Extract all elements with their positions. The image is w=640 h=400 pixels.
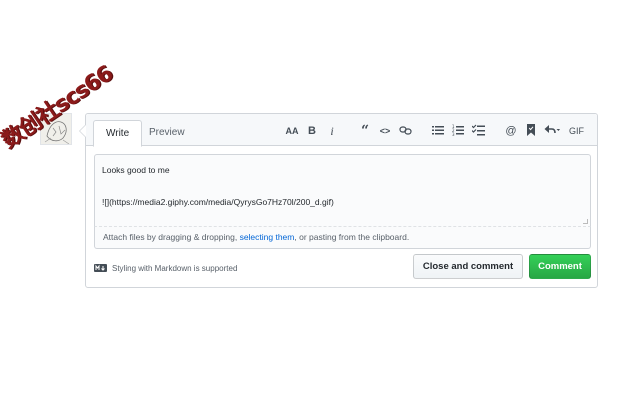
ordered-list-icon[interactable]: 1 2 3 xyxy=(451,123,465,139)
comment-line xyxy=(102,178,583,194)
unordered-list-icon[interactable] xyxy=(431,123,445,139)
resize-grip[interactable] xyxy=(583,219,588,224)
mention-icon[interactable]: @ xyxy=(504,123,518,139)
quote-icon[interactable]: “ xyxy=(358,123,372,139)
link-icon[interactable] xyxy=(398,123,412,139)
tab-write[interactable]: Write xyxy=(93,120,143,147)
close-and-comment-button[interactable]: Close and comment xyxy=(413,254,523,279)
italic-icon[interactable]: i xyxy=(325,123,339,139)
tab-preview[interactable]: Preview xyxy=(137,120,197,147)
markdown-icon xyxy=(94,264,107,272)
svg-text:3: 3 xyxy=(452,132,455,136)
markdown-support-note[interactable]: Styling with Markdown is supported xyxy=(94,261,237,275)
reply-icon[interactable] xyxy=(544,123,560,139)
comment-caret-inner xyxy=(80,125,86,137)
toolbar-group-extra: @ GIF xyxy=(501,123,587,139)
markdown-toolbar: AA B i “ <> 1 2 3 @ GIF xyxy=(269,123,587,139)
task-list-icon[interactable] xyxy=(471,123,485,139)
editor-tabnav: Write Preview AA B i “ <> 1 2 3 @ GIF xyxy=(86,114,597,147)
comment-line: ![](https://media2.giphy.com/media/Qyrys… xyxy=(102,197,334,207)
comment-textarea[interactable]: Looks good to me ![](https://media2.giph… xyxy=(94,154,591,227)
bold-icon[interactable]: B xyxy=(305,123,319,139)
toolbar-group-insert: “ <> xyxy=(355,123,415,139)
dropzone-text-after: , or pasting from the clipboard. xyxy=(294,232,410,242)
select-files-link[interactable]: selecting them xyxy=(240,232,295,242)
comment-button[interactable]: Comment xyxy=(529,254,591,279)
toolbar-group-text: AA B i xyxy=(282,123,342,139)
markdown-note-text: Styling with Markdown is supported xyxy=(112,263,238,273)
gif-icon[interactable]: GIF xyxy=(569,123,584,139)
text-size-icon[interactable]: AA xyxy=(285,123,299,139)
file-attach-dropzone[interactable]: Attach files by dragging & dropping, sel… xyxy=(94,227,591,249)
dropzone-text-before: Attach files by dragging & dropping, xyxy=(103,232,240,242)
bookmark-icon[interactable] xyxy=(524,123,538,139)
code-icon[interactable]: <> xyxy=(378,123,392,139)
comment-form: Write Preview AA B i “ <> 1 2 3 @ GIF Lo… xyxy=(85,113,598,288)
comment-line: Looks good to me xyxy=(102,165,170,175)
toolbar-group-lists: 1 2 3 xyxy=(428,123,488,139)
